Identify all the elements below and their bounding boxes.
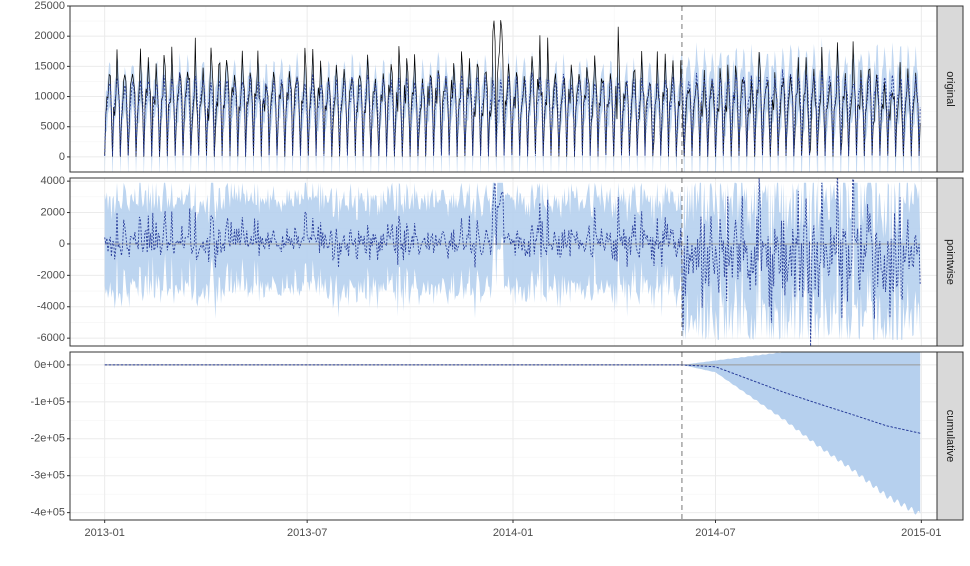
x-tick-label: 2013-01: [84, 527, 124, 539]
y-tick-label: 10000: [34, 90, 65, 102]
y-tick-label: -4e+05: [30, 507, 65, 519]
panel-cumulative: cumulative 0e+00 -1e+05 -2e+05 -3e+05 -4e+05: [30, 351, 964, 521]
x-tick-label: 2014-07: [695, 527, 735, 539]
y-tick-label: 25000: [34, 0, 65, 12]
causal-impact-chart: original0500010000150002000025000pointwi…: [30, 0, 964, 539]
y-tick-label: -2e+05: [30, 433, 65, 445]
y-tick-label: -4000: [37, 301, 65, 313]
y-tick-label: -6000: [37, 332, 65, 344]
x-tick-label: 2013-07: [287, 527, 327, 539]
panel-original: original 0 5000 10000 15000 20000 25000: [34, 0, 964, 173]
facet-strip-label: cumulative: [944, 410, 956, 463]
chart-root: original 0 5000 10000 15000 20000 25000 pointwi…: [0, 0, 970, 561]
y-tick-label: 2000: [41, 206, 65, 218]
y-tick-label: -2000: [37, 269, 65, 281]
x-tick-label: 2015-01: [901, 527, 941, 539]
y-tick-label: 0e+00: [34, 359, 65, 371]
y-tick-label: 0: [59, 238, 65, 250]
y-tick-label: 15000: [34, 60, 65, 72]
y-tick-label: 0: [59, 151, 65, 163]
y-tick-label: 20000: [34, 30, 65, 42]
y-tick-label: 4000: [41, 175, 65, 187]
facet-strip-label: pointwise: [944, 239, 956, 285]
y-tick-label: -3e+05: [30, 470, 65, 482]
facet-strip-label: original: [944, 71, 956, 106]
y-tick-label: -1e+05: [30, 396, 65, 408]
x-tick-label: 2014-01: [493, 527, 533, 539]
y-tick-label: 5000: [41, 121, 65, 133]
